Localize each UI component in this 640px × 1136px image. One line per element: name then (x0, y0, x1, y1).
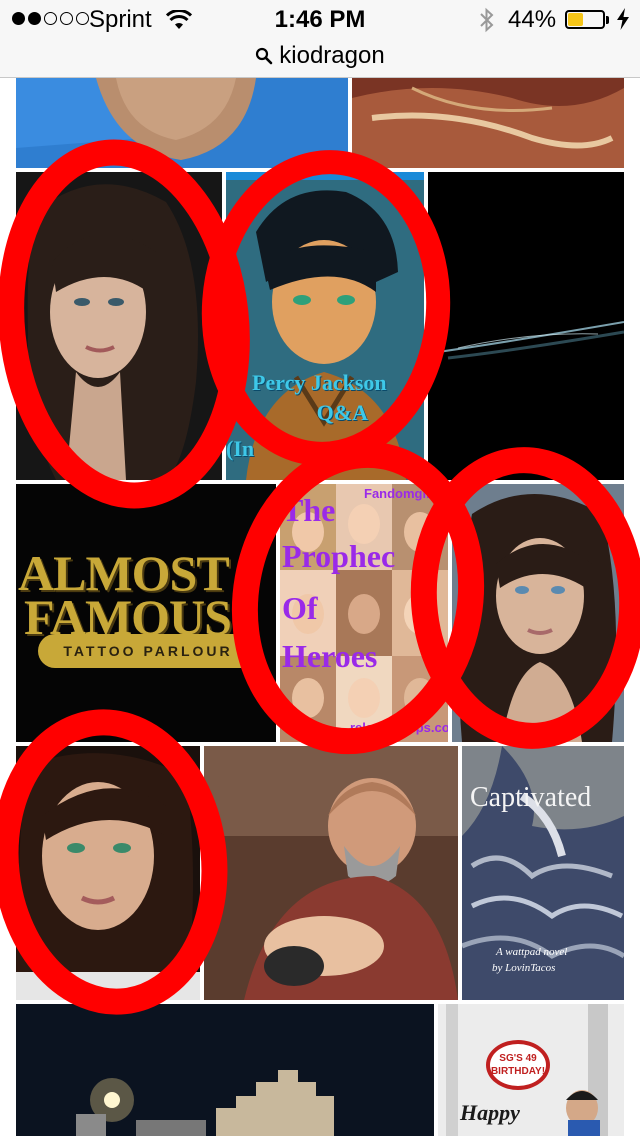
battery-percentage: 44% (508, 6, 557, 33)
prophecy-title-line-4: Heroes (282, 638, 378, 674)
prophecy-tag: Fandomgir (364, 486, 432, 501)
search-query[interactable]: kiodragon (279, 42, 384, 69)
image-tile-almost-famous-tattoo[interactable]: ALMOST FAMOUS TATTOO PARLOUR (16, 484, 276, 742)
address-bar-content[interactable]: kiodragon (0, 42, 640, 70)
image-tile-water-black[interactable] (428, 172, 624, 480)
image-tile-percy-jackson-qa[interactable]: Percy Jackson Q&A (In (226, 172, 424, 480)
image-tile-night-building[interactable] (16, 1004, 434, 1136)
search-icon (256, 47, 273, 65)
image-tile-tattoo-artist[interactable] (204, 746, 458, 1000)
image-tile-captivated-cover[interactable]: Captivated A wattpad novel by LovinTacos (462, 746, 624, 1000)
image-grid: Percy Jackson Q&A (In ALMOST FAMOUS TATTO… (0, 78, 640, 1136)
battery-level-fill (568, 13, 583, 26)
image-tile-woman-green-eyes[interactable] (16, 746, 200, 1000)
image-tile-birthday-sign[interactable]: SG'S 49 BIRTHDAY! Happy (438, 1004, 624, 1136)
image-tile-woman-dark-hair[interactable] (16, 172, 222, 480)
screen: Sprint 1:46 PM 44% kiodragon Percy Jacks… (0, 0, 640, 1136)
captivated-title: Captivated (470, 782, 592, 813)
percy-title: Percy Jackson Q&A (252, 370, 387, 425)
battery-tip (606, 16, 609, 24)
charging-bolt-icon (616, 8, 630, 37)
captivated-subtitle-2: by LovinTacos (492, 962, 556, 974)
image-tile-man-blue-shirt[interactable] (16, 78, 348, 168)
prophecy-footer: relationships.com (350, 720, 448, 735)
battery-icon (565, 10, 605, 29)
prophecy-title-line-1: The (282, 492, 336, 528)
image-tile-drawing-map[interactable] (352, 78, 624, 168)
prophecy-title-line-2: Prophec (282, 538, 396, 574)
bluetooth-icon (478, 7, 496, 40)
prophecy-title-line-3: Of (282, 590, 318, 626)
birthday-sign: SG'S 49 BIRTHDAY! (486, 1040, 550, 1090)
happy-caption: Happy (460, 1100, 520, 1125)
status-bar: Sprint 1:46 PM 44% (0, 0, 640, 40)
captivated-subtitle-1: A wattpad novel (496, 946, 568, 958)
tattoo-parlour-banner: TATTOO PARLOUR (38, 634, 258, 668)
image-tile-woman-blue-eyes[interactable] (452, 484, 624, 742)
address-bar[interactable]: kiodragon (0, 40, 640, 78)
image-tile-prophecy-of-heroes[interactable]: Fandomgir The Prophec Of Heroes relation… (280, 484, 448, 742)
percy-subtitle: (In (226, 436, 255, 461)
